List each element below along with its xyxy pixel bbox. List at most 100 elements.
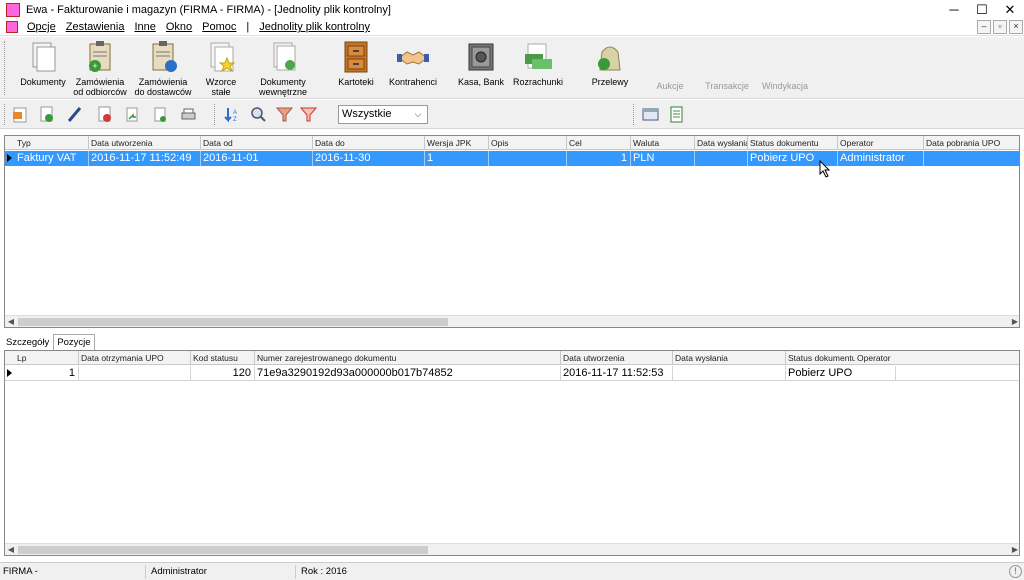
- column-header[interactable]: Data do: [313, 136, 425, 150]
- current-row-indicator-icon: [7, 154, 12, 162]
- toolbar-grip[interactable]: [4, 41, 7, 95]
- table-cell: 1: [15, 366, 79, 381]
- menu-zestawienia[interactable]: Zestawienia: [61, 21, 130, 33]
- column-header[interactable]: Data pobrania UPO: [924, 136, 1019, 150]
- search-icon[interactable]: [250, 106, 267, 123]
- templates-icon: [210, 42, 236, 73]
- scroll-left-icon[interactable]: ◀: [5, 544, 17, 555]
- column-header[interactable]: Data od: [201, 136, 313, 150]
- open-icon[interactable]: [12, 106, 29, 123]
- filter-dropdown[interactable]: Wszystkie ⌵: [338, 105, 428, 124]
- export-icon[interactable]: [152, 106, 169, 123]
- column-header[interactable]: Wersja JPK: [425, 136, 489, 150]
- column-header[interactable]: Data wysłania: [695, 136, 748, 150]
- mdi-child-icon[interactable]: [6, 21, 18, 33]
- table-cell: 1: [425, 151, 489, 166]
- window-icon[interactable]: [642, 106, 659, 123]
- column-header[interactable]: Operator: [838, 136, 924, 150]
- menu-okno[interactable]: Okno: [161, 21, 197, 33]
- title-bar: Ewa - Fakturowanie i magazyn (FIRMA - FI…: [0, 0, 1024, 19]
- supplier-orders-button[interactable]: Zamówienia do dostawców: [134, 40, 192, 97]
- column-header[interactable]: Lp: [15, 351, 79, 365]
- scroll-right-icon[interactable]: ▶: [1009, 316, 1019, 327]
- column-header[interactable]: Data wysłania: [673, 351, 786, 365]
- maximize-button[interactable]: ☐: [968, 0, 996, 19]
- print-icon[interactable]: [180, 106, 197, 123]
- status-year: Rok : 2016: [301, 566, 347, 577]
- column-header[interactable]: Typ: [15, 136, 89, 150]
- tab-details[interactable]: Szczegóły: [2, 334, 53, 350]
- documents-icon: [32, 42, 56, 72]
- sort-icon[interactable]: AZ: [224, 106, 241, 123]
- templates-button[interactable]: Wzorce stałe: [200, 40, 242, 97]
- info-icon[interactable]: !: [1009, 565, 1022, 578]
- auctions-button: Aukcje: [656, 81, 684, 91]
- edit-icon[interactable]: [66, 106, 83, 123]
- column-header[interactable]: Numer zarejestrowanego dokumentu: [255, 351, 561, 365]
- table-cell: [896, 366, 1019, 381]
- menu-bar: Opcje Zestawienia Inne Okno Pomoc | Jedn…: [0, 19, 1024, 36]
- table-cell: 2016-11-01: [201, 151, 313, 166]
- status-bar: FIRMA - Administrator Rok : 2016 !: [0, 562, 1024, 580]
- card-files-icon: [344, 41, 368, 73]
- menu-separator: |: [246, 21, 250, 33]
- customer-orders-button[interactable]: + Zamówienia od odbiorców: [72, 40, 128, 97]
- scroll-thumb[interactable]: [18, 318, 448, 326]
- scroll-left-icon[interactable]: ◀: [5, 316, 17, 327]
- main-toolbar: Dokumenty + Zamówienia od odbiorców Zamó…: [0, 37, 1024, 99]
- table-cell: 71e9a3290192d93a000000b017b74852: [255, 366, 561, 381]
- add-icon[interactable]: [38, 106, 55, 123]
- tab-items[interactable]: Pozycje: [53, 334, 95, 350]
- menu-inne[interactable]: Inne: [129, 21, 160, 33]
- mdi-minimize-button[interactable]: –: [977, 20, 991, 34]
- internal-documents-icon: [273, 42, 296, 71]
- column-header[interactable]: Kod statusu: [191, 351, 255, 365]
- checklist-icon[interactable]: [668, 106, 685, 123]
- internal-documents-button[interactable]: Dokumenty wewnętrzne: [254, 40, 312, 97]
- transactions-button: Transakcje: [705, 81, 749, 91]
- horizontal-scrollbar[interactable]: ◀ ▶: [5, 543, 1019, 555]
- table-cell: 2016-11-17 11:52:53: [561, 366, 673, 381]
- column-header[interactable]: Operator: [855, 351, 1019, 365]
- handshake-icon: [397, 51, 429, 65]
- delete-icon[interactable]: [96, 106, 113, 123]
- app-icon[interactable]: [6, 2, 20, 17]
- table-cell: [673, 366, 786, 381]
- scroll-right-icon[interactable]: ▶: [1009, 544, 1019, 555]
- column-header[interactable]: Cel: [567, 136, 631, 150]
- cash-bank-button[interactable]: Kasa, Bank: [456, 40, 506, 87]
- transfers-button[interactable]: Przelewy: [588, 40, 632, 87]
- mouse-cursor-icon: [819, 160, 831, 178]
- scroll-thumb[interactable]: [18, 546, 428, 554]
- toolbar-grip[interactable]: [4, 104, 5, 125]
- toolbar-separator: [633, 104, 634, 125]
- horizontal-scrollbar[interactable]: ◀ ▶: [5, 315, 1019, 327]
- svg-text:+: +: [92, 61, 97, 71]
- mdi-restore-button[interactable]: ▫: [993, 20, 1007, 34]
- close-button[interactable]: ✕: [996, 0, 1024, 19]
- filter-icon[interactable]: [276, 106, 293, 123]
- column-header[interactable]: Data utworzenia: [89, 136, 201, 150]
- table-row[interactable]: 1 120 71e9a3290192d93a000000b017b74852 2…: [5, 366, 1019, 381]
- documents-button[interactable]: Dokumenty: [20, 40, 66, 87]
- column-header[interactable]: Data utworzenia: [561, 351, 673, 365]
- column-header[interactable]: Waluta: [631, 136, 695, 150]
- menu-opcje[interactable]: Opcje: [22, 21, 61, 33]
- card-files-button[interactable]: Kartoteki: [334, 40, 378, 87]
- menu-jpk[interactable]: Jednolity plik kontrolny: [254, 21, 375, 33]
- table-row[interactable]: Faktury VAT 2016-11-17 11:52:49 2016-11-…: [5, 151, 1019, 166]
- clear-filter-icon[interactable]: [300, 106, 317, 123]
- column-header[interactable]: Status dokumentu: [748, 136, 838, 150]
- column-header[interactable]: Opis: [489, 136, 567, 150]
- minimize-button[interactable]: ─: [940, 0, 968, 19]
- column-header[interactable]: Status dokumentu: [786, 351, 855, 365]
- menu-pomoc[interactable]: Pomoc: [197, 21, 241, 33]
- column-header[interactable]: Data otrzymania UPO: [79, 351, 191, 365]
- status-user: Administrator: [148, 565, 296, 579]
- svg-text:Z: Z: [233, 117, 237, 123]
- table-cell: 2016-11-17 11:52:49: [89, 151, 201, 166]
- contractors-button[interactable]: Kontrahenci: [388, 40, 438, 87]
- mdi-close-button[interactable]: ×: [1009, 20, 1023, 34]
- settlements-button[interactable]: Rozrachunki: [512, 40, 564, 87]
- copy-icon[interactable]: [124, 106, 141, 123]
